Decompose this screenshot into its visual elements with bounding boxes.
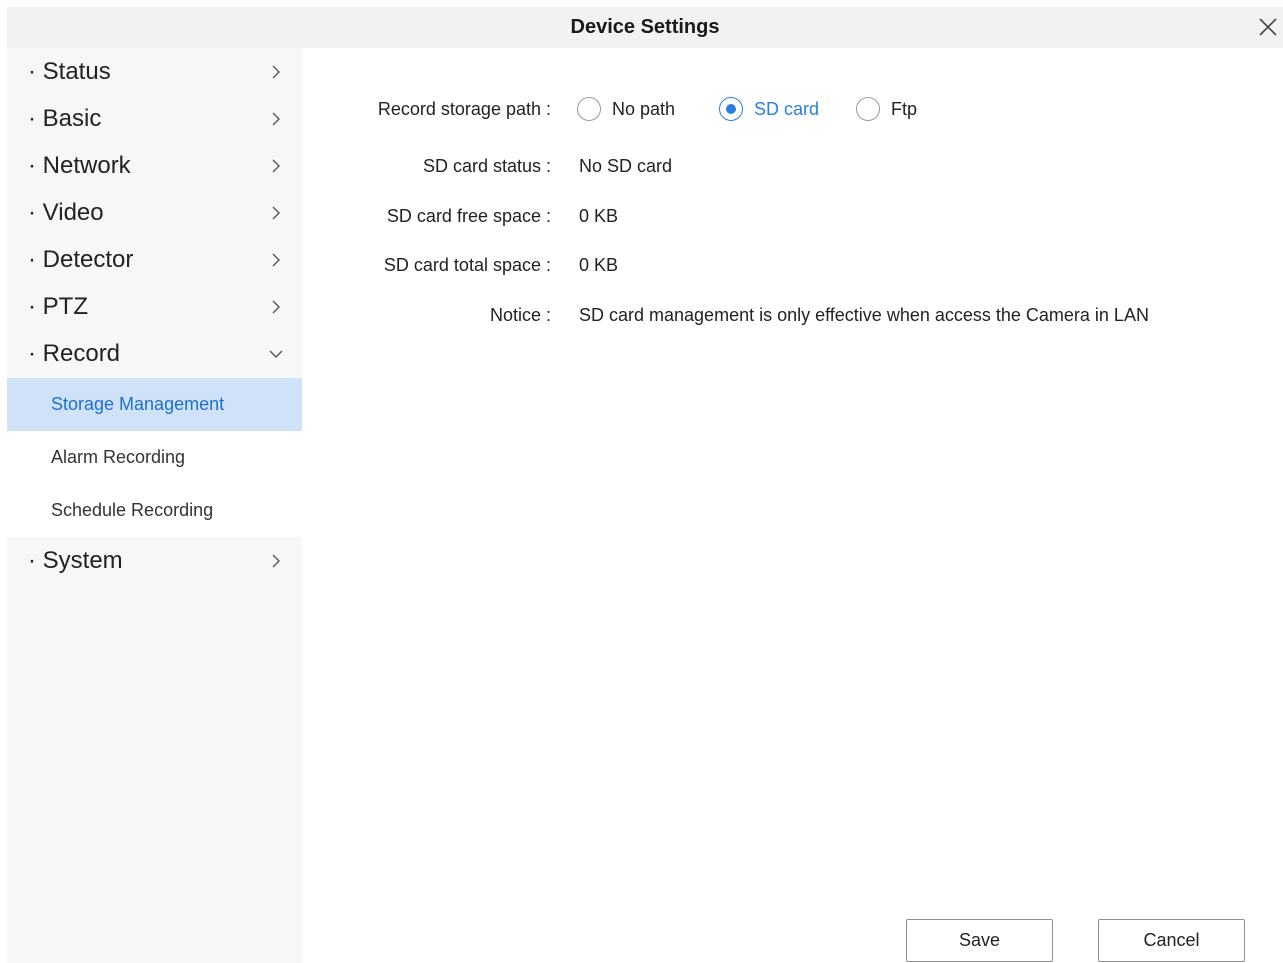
sidebar-item-label: · Video bbox=[28, 199, 104, 226]
notice-row: Notice : SD card management is only effe… bbox=[302, 300, 1283, 330]
sd-total-space-row: SD card total space : 0 KB bbox=[302, 250, 1283, 280]
radio-circle-icon bbox=[577, 97, 601, 121]
radio-checked-icon bbox=[719, 97, 743, 121]
sidebar-item-detector[interactable]: · Detector bbox=[7, 236, 302, 283]
sidebar-item-system[interactable]: · System bbox=[7, 537, 302, 584]
sd-status-value: No SD card bbox=[579, 156, 673, 176]
radio-label: Ftp bbox=[891, 99, 918, 119]
sidebar-subitem-alarm-recording[interactable]: Alarm Recording bbox=[7, 431, 302, 484]
sidebar-subitem-label: Alarm Recording bbox=[51, 447, 186, 467]
dialog-title: Device Settings bbox=[570, 16, 720, 38]
notice-text: SD card management is only effective whe… bbox=[579, 305, 1149, 325]
chevron-right-icon bbox=[269, 159, 283, 173]
sidebar-item-record[interactable]: · Record bbox=[7, 330, 302, 377]
sd-free-space-label: SD card free space : bbox=[386, 206, 551, 226]
sidebar-subitem-schedule-recording[interactable]: Schedule Recording bbox=[7, 484, 302, 537]
sidebar-item-video[interactable]: · Video bbox=[7, 189, 302, 236]
sidebar-item-ptz[interactable]: · PTZ bbox=[7, 283, 302, 330]
chevron-right-icon bbox=[269, 206, 283, 220]
close-button[interactable] bbox=[1257, 16, 1279, 38]
chevron-right-icon bbox=[269, 300, 283, 314]
sidebar-item-label: · Network bbox=[28, 152, 131, 179]
radio-label: SD card bbox=[754, 99, 820, 119]
sd-status-label: SD card status : bbox=[422, 156, 551, 176]
sd-total-space-label: SD card total space : bbox=[383, 255, 551, 275]
save-button[interactable]: Save bbox=[906, 919, 1053, 962]
settings-sidebar: · Status · Basic · Network · Video · Det… bbox=[7, 48, 302, 963]
sd-free-space-value: 0 KB bbox=[579, 206, 619, 226]
chevron-right-icon bbox=[269, 112, 283, 126]
storage-path-label: Record storage path : bbox=[377, 99, 551, 119]
sidebar-item-label: · System bbox=[28, 547, 123, 574]
sidebar-item-label: · PTZ bbox=[28, 293, 88, 320]
sidebar-item-label: · Record bbox=[28, 340, 121, 367]
notice-label: Notice : bbox=[489, 305, 551, 325]
sidebar-item-status[interactable]: · Status bbox=[7, 48, 302, 95]
cancel-button[interactable]: Cancel bbox=[1098, 919, 1245, 962]
sidebar-item-basic[interactable]: · Basic bbox=[7, 95, 302, 142]
sidebar-item-label: · Basic bbox=[28, 105, 102, 132]
sidebar-item-label: · Status bbox=[28, 58, 111, 85]
close-icon bbox=[1259, 18, 1277, 36]
radio-label: No path bbox=[612, 99, 676, 119]
dialog-titlebar: Device Settings bbox=[7, 7, 1283, 48]
sd-status-row: SD card status : No SD card bbox=[302, 151, 1283, 181]
sd-total-space-value: 0 KB bbox=[579, 255, 619, 275]
chevron-down-icon bbox=[269, 347, 283, 361]
storage-path-row: Record storage path : No path SD card Ft… bbox=[302, 94, 1283, 124]
sidebar-subitem-storage-management[interactable]: Storage Management bbox=[7, 378, 302, 431]
chevron-right-icon bbox=[269, 253, 283, 267]
radio-circle-icon bbox=[856, 97, 880, 121]
sidebar-subitem-label: Storage Management bbox=[51, 394, 225, 414]
chevron-right-icon bbox=[269, 554, 283, 568]
sidebar-item-label: · Detector bbox=[28, 246, 134, 273]
sidebar-item-network[interactable]: · Network bbox=[7, 142, 302, 189]
chevron-right-icon bbox=[269, 65, 283, 79]
sidebar-subitem-label: Schedule Recording bbox=[51, 500, 214, 520]
sd-free-space-row: SD card free space : 0 KB bbox=[302, 201, 1283, 231]
